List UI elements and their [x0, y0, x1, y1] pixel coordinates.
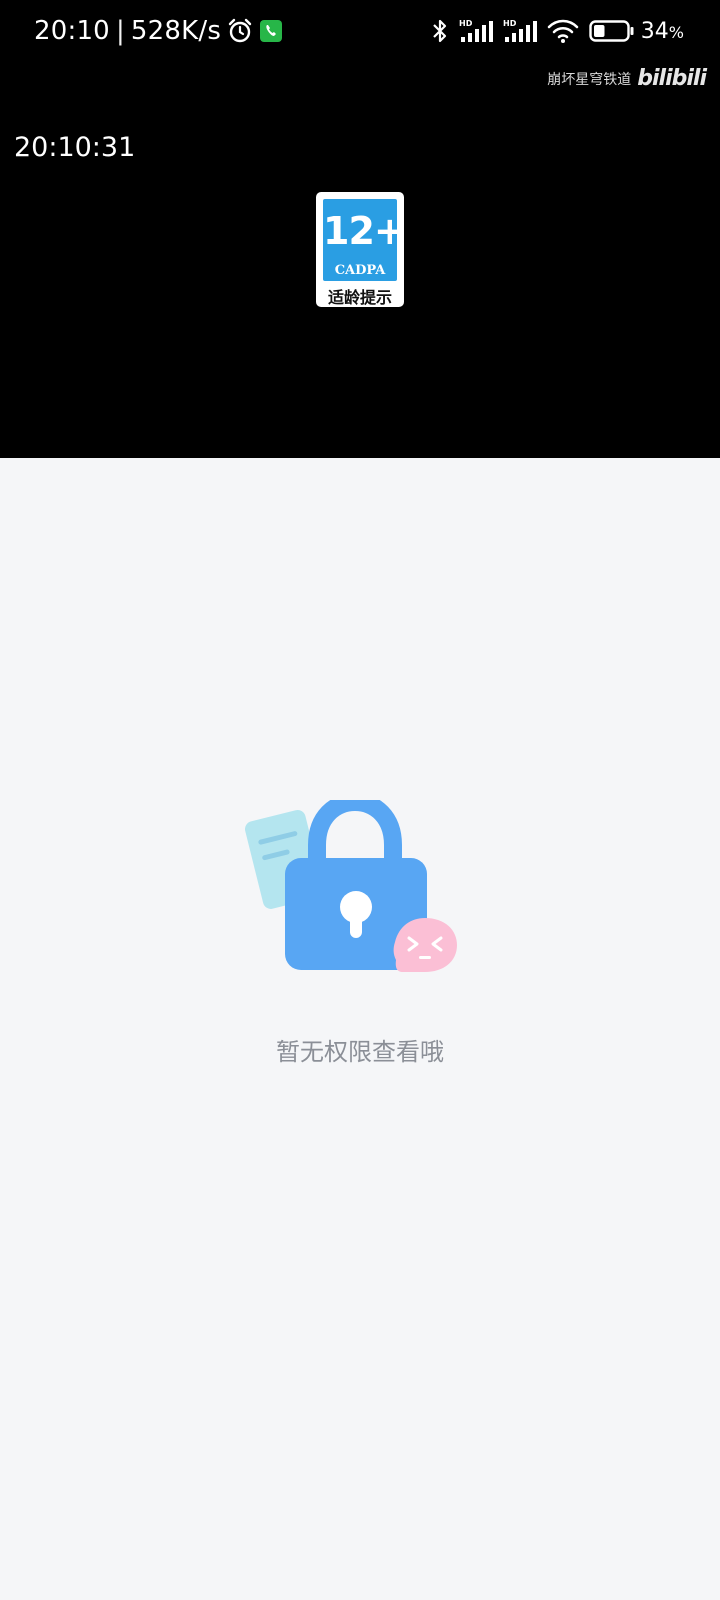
bilibili-logo: bilibili	[637, 66, 707, 91]
battery-percentage: 34%	[640, 18, 684, 44]
status-time: 20:10	[34, 16, 110, 46]
signal-strength-icon-2: HD	[503, 18, 537, 44]
phone-call-icon	[259, 19, 283, 43]
video-player[interactable]: 20:10 | 528K/s HD HD 34% 崩坏星穹铁道 bilibili…	[0, 0, 720, 458]
alarm-icon	[227, 18, 253, 44]
signal-strength-icon-1: HD	[459, 18, 493, 44]
battery-indicator: 34%	[589, 19, 684, 44]
age-rating-org: CADPA	[334, 263, 386, 278]
signal-1-label: HD	[459, 19, 473, 28]
age-rating-label: 适龄提示	[327, 288, 392, 307]
player-clock: 20:10:31	[14, 132, 136, 163]
status-separator: |	[115, 16, 125, 46]
bluetooth-icon	[431, 18, 449, 44]
watermark-title: 崩坏星穹铁道	[547, 71, 632, 88]
age-rating-panel: 12+ CADPA	[323, 199, 406, 281]
age-rating-number: 12+	[323, 209, 406, 253]
network-speed: 528K/s	[130, 16, 222, 46]
status-bar: 20:10 | 528K/s HD HD 34%	[0, 0, 720, 70]
no-permission-message: 暂无权限查看哦	[276, 1038, 444, 1066]
video-watermark: 崩坏星穹铁道 bilibili	[547, 66, 707, 91]
signal-2-label: HD	[503, 19, 517, 28]
wifi-icon	[547, 18, 579, 44]
lock-icon	[244, 792, 465, 990]
age-rating-badge: 12+ CADPA 适龄提示	[316, 192, 406, 307]
